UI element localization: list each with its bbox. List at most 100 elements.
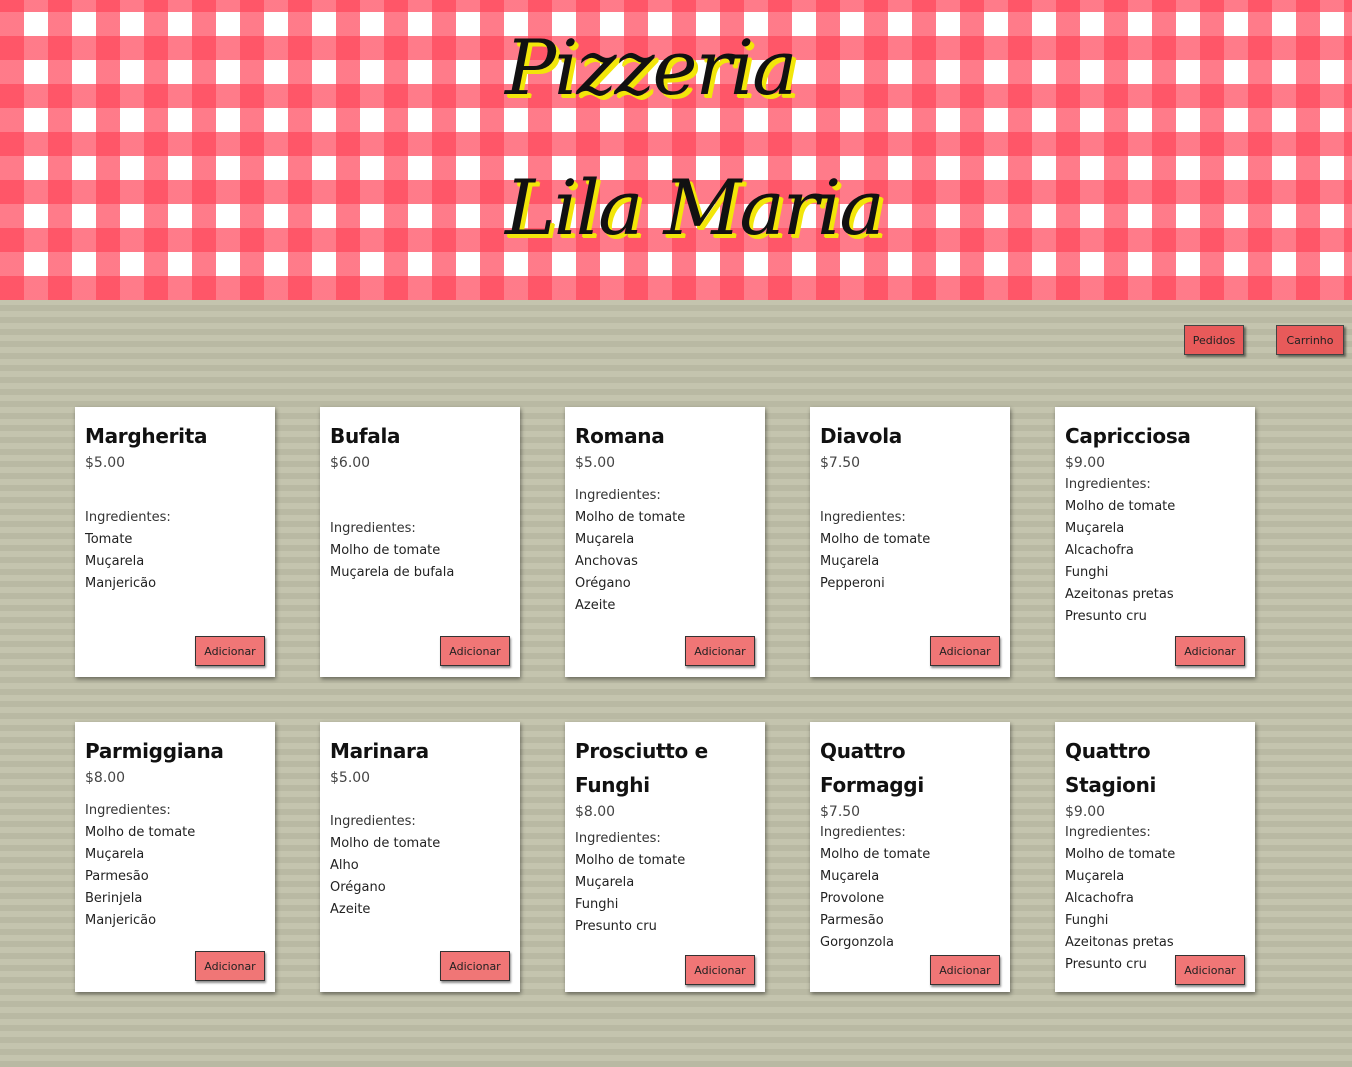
pizza-card: Parmiggiana $8.00 Ingredientes: Molho de to… xyxy=(75,722,275,992)
pizza-price: $5.00 xyxy=(575,455,616,471)
ingredient-item: Muçarela xyxy=(85,554,145,569)
pizza-price: $5.00 xyxy=(85,455,126,471)
site-title-line2: Lila Maria xyxy=(505,163,885,252)
ingredients-list: Ingredientes: Molho de tomate Muçarela Parm… xyxy=(85,800,267,932)
pizza-name: Quattro Stagioni xyxy=(1065,739,1157,797)
ingredient-item: Parmesão xyxy=(820,913,884,928)
ingredient-item: Molho de tomate xyxy=(575,853,686,868)
pizza-card-content: Diavola $7.50 Ingredientes: Molho de tomate… xyxy=(820,419,1002,629)
ingredient-item: Molho de tomate xyxy=(820,847,931,862)
ingredients-label: Ingredientes: xyxy=(330,521,416,536)
ingredients-label: Ingredientes: xyxy=(1065,477,1151,492)
pizza-card-content: Parmiggiana $8.00 Ingredientes: Molho de to… xyxy=(85,734,267,944)
add-to-cart-button[interactable]: Adicionar xyxy=(1175,636,1245,666)
pizza-card: Bufala $6.00 Ingredientes: Molho de tomate M… xyxy=(320,407,520,677)
ingredient-item: Pepperoni xyxy=(820,576,885,591)
ingredient-item: Muçarela xyxy=(820,554,880,569)
ingredient-item: Anchovas xyxy=(575,554,638,569)
ingredient-item: Muçarela xyxy=(820,869,880,884)
ingredients-label: Ingredientes: xyxy=(820,825,906,840)
ingredient-item: Tomate xyxy=(85,532,133,547)
add-to-cart-button[interactable]: Adicionar xyxy=(685,636,755,666)
pizza-price: $9.00 xyxy=(1065,455,1106,471)
ingredient-item: Manjericão xyxy=(85,913,157,928)
pizza-card-content: Bufala $6.00 Ingredientes: Molho de tomate M… xyxy=(330,419,512,629)
ingredient-item: Molho de tomate xyxy=(1065,847,1176,862)
pizza-price: $7.50 xyxy=(820,455,861,471)
ingredient-item: Muçarela xyxy=(85,847,145,862)
pizza-name: Romana xyxy=(575,424,665,448)
add-to-cart-button[interactable]: Adicionar xyxy=(440,636,510,666)
ingredient-item: Azeite xyxy=(330,902,371,917)
ingredients-list: Ingredientes: Molho de tomate Muçarela Pepp… xyxy=(820,507,1002,595)
ingredient-item: Azeite xyxy=(575,598,616,613)
ingredients-label: Ingredientes: xyxy=(1065,825,1151,840)
add-to-cart-button[interactable]: Adicionar xyxy=(1175,955,1245,985)
cart-button[interactable]: Carrinho xyxy=(1276,325,1344,355)
pizza-card: Romana $5.00 Ingredientes: Molho de tomate M… xyxy=(565,407,765,677)
ingredients-list: Ingredientes: Tomate Muçarela Manjericão xyxy=(85,507,267,595)
pizza-card: Quattro Formaggi $7.50 Ingredientes: Molho … xyxy=(810,722,1010,992)
pizza-name: Parmiggiana xyxy=(85,739,224,763)
add-to-cart-button[interactable]: Adicionar xyxy=(685,955,755,985)
ingredients-label: Ingredientes: xyxy=(575,488,661,503)
add-to-cart-button[interactable]: Adicionar xyxy=(440,951,510,981)
ingredient-item: Muçarela xyxy=(1065,521,1125,536)
ingredient-item: Alcachofra xyxy=(1065,543,1134,558)
pizza-price: $6.00 xyxy=(330,455,371,471)
ingredient-item: Alcachofra xyxy=(1065,891,1134,906)
ingredient-item: Molho de tomate xyxy=(1065,499,1176,514)
ingredients-label: Ingredientes: xyxy=(330,814,416,829)
pizza-price: $5.00 xyxy=(330,770,371,786)
ingredient-item: Presunto cru xyxy=(1065,609,1147,624)
ingredients-list: Ingredientes: Molho de tomate Muçarela Alca… xyxy=(1065,822,1247,976)
ingredient-item: Muçarela xyxy=(575,875,635,890)
ingredient-item: Provolone xyxy=(820,891,885,906)
pizza-card: Prosciutto e Funghi $8.00 Ingredientes: Mol… xyxy=(565,722,765,992)
pizza-price: $8.00 xyxy=(85,770,126,786)
pizza-card-content: Quattro Formaggi $7.50 Ingredientes: Molho … xyxy=(820,734,1002,950)
ingredient-item: Berinjela xyxy=(85,891,143,906)
pizza-grid: Margherita $5.00 Ingredientes: Tomate Muçare… xyxy=(75,407,1255,992)
ingredients-label: Ingredientes: xyxy=(820,510,906,525)
add-to-cart-button[interactable]: Adicionar xyxy=(930,955,1000,985)
ingredient-item: Orégano xyxy=(330,880,386,895)
pizza-card: Margherita $5.00 Ingredientes: Tomate Muçare… xyxy=(75,407,275,677)
orders-button[interactable]: Pedidos xyxy=(1184,325,1244,355)
ingredients-list: Ingredientes: Molho de tomate Muçarela Fung… xyxy=(575,828,757,938)
ingredients-list: Ingredientes: Molho de tomate Muçarela Prov… xyxy=(820,822,1002,954)
pizza-name: Quattro Formaggi xyxy=(820,739,924,797)
pizza-name: Prosciutto e Funghi xyxy=(575,739,708,797)
pizza-card: Capricciosa $9.00 Ingredientes: Molho de to… xyxy=(1055,407,1255,677)
ingredient-item: Funghi xyxy=(1065,565,1109,580)
ingredient-item: Muçarela xyxy=(575,532,635,547)
ingredients-list: Ingredientes: Molho de tomate Muçarela de … xyxy=(330,518,512,584)
header-banner: Pizzeria Lila Maria xyxy=(0,0,1352,300)
pizza-card-content: Prosciutto e Funghi $8.00 Ingredientes: Mol… xyxy=(575,734,757,944)
pizza-name: Marinara xyxy=(330,739,429,763)
ingredients-list: Ingredientes: Molho de tomate Muçarela Alca… xyxy=(1065,474,1247,628)
ingredient-item: Presunto cru xyxy=(575,919,657,934)
ingredient-item: Azeitonas pretas xyxy=(1065,587,1174,602)
ingredients-label: Ingredientes: xyxy=(85,803,171,818)
ingredient-item: Molho de tomate xyxy=(330,836,441,851)
pizza-card: Quattro Stagioni $9.00 Ingredientes: Molho … xyxy=(1055,722,1255,992)
ingredients-list: Ingredientes: Molho de tomate Alho Orégano A… xyxy=(330,811,512,921)
pizza-name: Bufala xyxy=(330,424,401,448)
ingredient-item: Manjericão xyxy=(85,576,157,591)
ingredient-item: Molho de tomate xyxy=(330,543,441,558)
ingredient-item: Gorgonzola xyxy=(820,935,894,950)
add-to-cart-button[interactable]: Adicionar xyxy=(195,636,265,666)
pizza-card-content: Quattro Stagioni $9.00 Ingredientes: Molho … xyxy=(1065,734,1247,972)
ingredient-item: Muçarela xyxy=(1065,869,1125,884)
ingredient-item: Molho de tomate xyxy=(820,532,931,547)
ingredients-label: Ingredientes: xyxy=(575,831,661,846)
ingredient-item: Alho xyxy=(330,858,359,873)
add-to-cart-button[interactable]: Adicionar xyxy=(930,636,1000,666)
pizza-name: Margherita xyxy=(85,424,208,448)
pizza-price: $8.00 xyxy=(575,804,616,820)
ingredient-item: Molho de tomate xyxy=(85,825,196,840)
pizza-price: $9.00 xyxy=(1065,804,1106,820)
add-to-cart-button[interactable]: Adicionar xyxy=(195,951,265,981)
ingredient-item: Azeitonas pretas xyxy=(1065,935,1174,950)
